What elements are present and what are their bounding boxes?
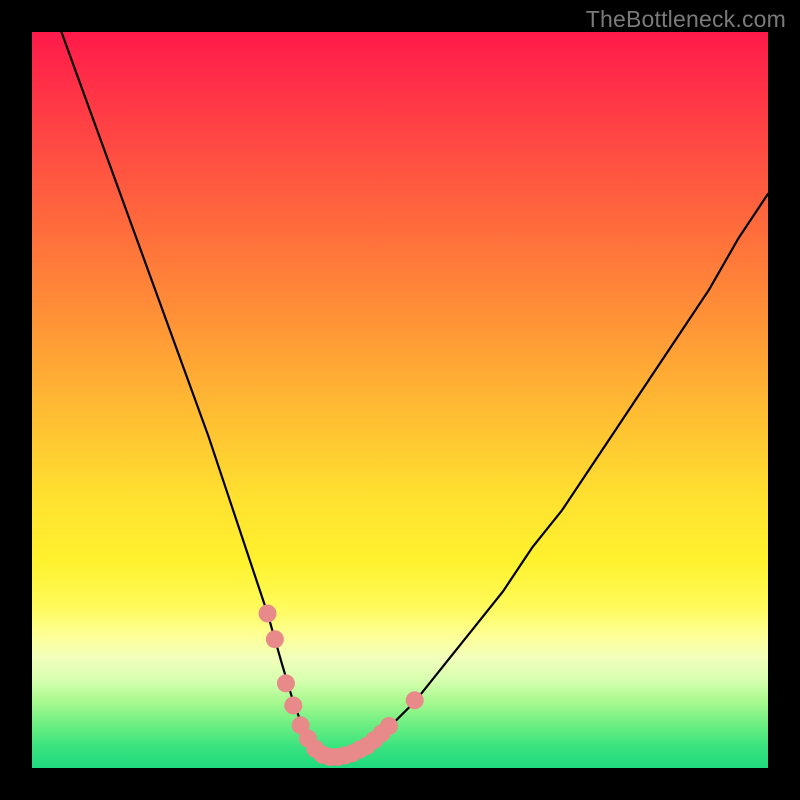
marker-dot bbox=[406, 691, 424, 709]
main-curve bbox=[61, 32, 768, 757]
marker-dot bbox=[284, 696, 302, 714]
marker-dot bbox=[266, 630, 284, 648]
marker-dot bbox=[259, 604, 277, 622]
marker-dot bbox=[380, 717, 398, 735]
markers-group bbox=[259, 604, 424, 766]
chart-svg bbox=[32, 32, 768, 768]
watermark-text: TheBottleneck.com bbox=[586, 6, 786, 33]
plot-area bbox=[32, 32, 768, 768]
marker-dot bbox=[277, 674, 295, 692]
chart-frame: TheBottleneck.com bbox=[0, 0, 800, 800]
